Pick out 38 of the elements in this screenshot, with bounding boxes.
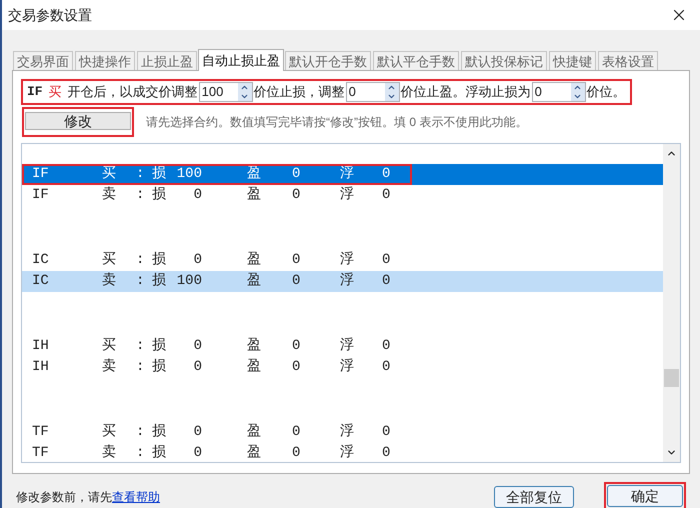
tab[interactable]: 交易界面 <box>13 51 73 70</box>
tab[interactable]: 默认投保标记 <box>461 51 547 70</box>
list-row[interactable]: IF 卖 : 损 0 盈 0 浮 0 <box>22 185 663 206</box>
list-row[interactable]: IC 卖 : 损 100 盈 0 浮 0 <box>22 271 663 292</box>
list-row[interactable]: IF 买 : 损 100 盈 0 浮 0 <box>22 164 663 185</box>
tab[interactable]: 默认开仓手数 <box>285 51 371 70</box>
setting-label: 价位止盈。浮动止损为 <box>400 83 531 102</box>
help-prompt: 修改参数前，请先 <box>16 490 112 504</box>
setting-label: 价位止损，调整 <box>254 83 345 102</box>
spin-field[interactable]: 0 <box>346 82 400 102</box>
help-link[interactable]: 查看帮助 <box>112 490 160 504</box>
side-label: 买 <box>48 83 62 102</box>
spin-field[interactable]: 100 <box>198 82 253 102</box>
setting-label: 开仓后，以成交价调整 <box>68 83 198 102</box>
scrollbar[interactable] <box>663 144 680 462</box>
reset-button[interactable]: 全部复位 <box>494 486 574 508</box>
tab[interactable]: 默认平仓手数 <box>373 51 459 70</box>
spin-arrows-icon[interactable] <box>384 83 399 101</box>
spin-arrows-icon[interactable] <box>570 83 585 101</box>
list-row[interactable]: TF 买 : 损 0 盈 0 浮 0 <box>22 422 663 443</box>
list-row[interactable]: IC 买 : 损 0 盈 0 浮 0 <box>22 250 663 271</box>
scrollbar-thumb[interactable] <box>664 369 679 387</box>
spin-arrows-icon[interactable] <box>238 83 252 101</box>
list-row[interactable]: TF 卖 : 损 0 盈 0 浮 0 <box>22 443 663 462</box>
list-row[interactable]: IH 买 : 损 0 盈 0 浮 0 <box>22 336 663 357</box>
window-title: 交易参数设置 <box>8 6 92 24</box>
hint-text: 请先选择合约。数值填写完毕请按“修改”按钮。填 0 表示不使用此功能。 <box>146 114 528 131</box>
tab[interactable]: 表格设置 <box>598 51 658 70</box>
ok-button[interactable]: 确定 <box>607 485 683 507</box>
modify-button[interactable]: 修改 <box>25 112 131 130</box>
setting-label: 价位。 <box>586 83 626 102</box>
list-row[interactable]: IH 卖 : 损 0 盈 0 浮 0 <box>22 357 663 378</box>
contract-code: IF <box>27 83 43 102</box>
tab[interactable]: 自动止损止盈 <box>198 49 284 71</box>
spin-field[interactable]: 0 <box>532 82 586 102</box>
tab[interactable]: 止损止盈 <box>137 51 197 70</box>
tab[interactable]: 快捷操作 <box>75 51 135 70</box>
tab[interactable]: 快捷键 <box>549 51 596 70</box>
